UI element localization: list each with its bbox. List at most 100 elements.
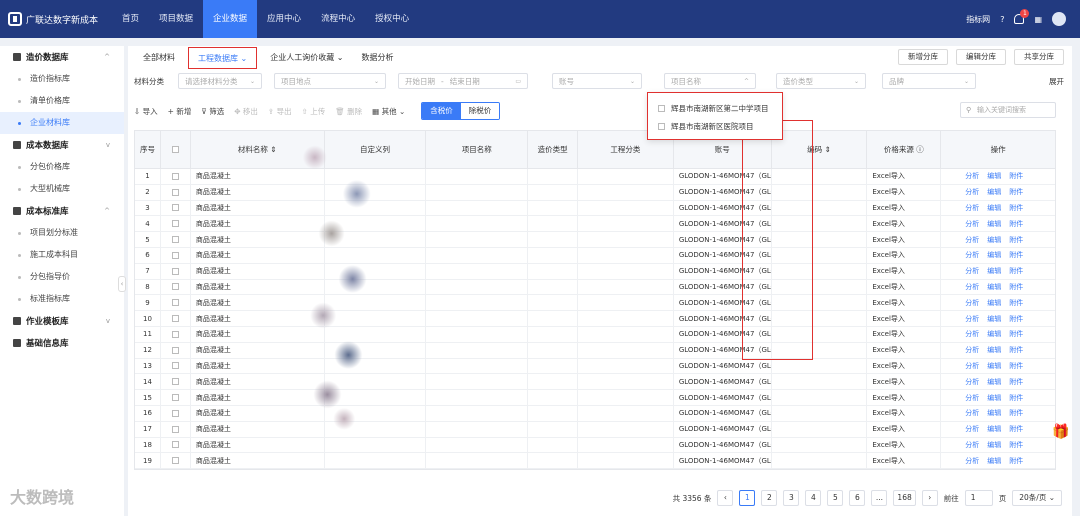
dropdown-option[interactable]: 辉县市南湖新区第二中学项目 (648, 99, 782, 117)
sidebar-group-basic[interactable]: 基础信息库 (0, 332, 124, 354)
row-action-attachment[interactable]: 附件 (1009, 393, 1023, 403)
row-action-edit[interactable]: 编辑 (987, 219, 1001, 229)
select-all-checkbox[interactable] (171, 146, 179, 153)
nav-home[interactable]: 首页 (112, 0, 149, 38)
tab-all-materials[interactable]: 全部材料 (134, 47, 184, 69)
export-button[interactable]: ⇪ 导出 (268, 106, 292, 117)
help-icon[interactable]: ? (1000, 15, 1004, 24)
row-checkbox-box[interactable] (171, 267, 179, 275)
page-1[interactable]: 1 (739, 490, 756, 506)
row-checkbox[interactable] (161, 247, 191, 263)
col-select[interactable] (161, 131, 191, 168)
row-actions[interactable]: 分析 编辑 附件 (941, 406, 1055, 421)
row-checkbox[interactable] (161, 263, 191, 279)
row-checkbox-box[interactable] (171, 188, 179, 196)
delete-button[interactable]: 🗑 删除 (335, 106, 362, 117)
gift-icon[interactable]: 🎁 (1052, 424, 1069, 440)
row-checkbox[interactable] (161, 232, 191, 247)
import-button[interactable]: ⇩ 导入 (134, 106, 158, 117)
dropdown-option[interactable]: 辉县市南湖新区医院项目 (648, 117, 782, 135)
search-input[interactable]: 输入关键词搜索 (960, 102, 1056, 118)
row-action-attachment[interactable]: 附件 (1009, 203, 1023, 213)
row-actions[interactable]: 分析 编辑 附件 (941, 295, 1055, 310)
sidebar-item-cost-subject[interactable]: 施工成本科目 (0, 244, 124, 266)
row-action-attachment[interactable]: 附件 (1009, 219, 1023, 229)
info-icon[interactable]: ⓘ (916, 144, 924, 155)
row-checkbox-box[interactable] (171, 394, 179, 402)
row-action-edit[interactable]: 编辑 (987, 329, 1001, 339)
row-actions[interactable]: 分析 编辑 附件 (941, 327, 1055, 342)
row-actions[interactable]: 分析 编辑 附件 (941, 216, 1055, 231)
sidebar-item-subcontract[interactable]: 分包价格库 (0, 156, 124, 178)
page-5[interactable]: 5 (827, 490, 844, 506)
page-ellipsis[interactable]: ... (871, 490, 888, 506)
row-actions[interactable]: 分析 编辑 附件 (941, 422, 1055, 437)
edit-library-button[interactable]: 编辑分库 (956, 49, 1006, 65)
row-actions[interactable]: 分析 编辑 附件 (941, 311, 1055, 326)
row-action-analyze[interactable]: 分析 (965, 298, 979, 308)
table-row[interactable]: 16商品混凝土GLODON-1-46MOM47（GLO...Excel导入分析编… (135, 405, 1055, 422)
col-code[interactable]: 编码 ⇕ (772, 131, 868, 168)
nav-project-data[interactable]: 项目数据 (149, 0, 203, 38)
option-checkbox[interactable] (658, 104, 665, 112)
row-checkbox[interactable] (161, 295, 191, 311)
row-actions[interactable]: 分析 编辑 附件 (941, 201, 1055, 216)
table-row[interactable]: 9商品混凝土GLODON-1-46MOM47（GLO...Excel导入分析编辑… (135, 295, 1055, 312)
page-6[interactable]: 6 (849, 490, 866, 506)
row-action-attachment[interactable]: 附件 (1009, 171, 1023, 181)
row-action-analyze[interactable]: 分析 (965, 377, 979, 387)
add-library-button[interactable]: 新增分库 (898, 49, 948, 65)
row-checkbox-box[interactable] (171, 378, 179, 386)
row-action-edit[interactable]: 编辑 (987, 345, 1001, 355)
row-checkbox-box[interactable] (171, 409, 179, 417)
row-action-edit[interactable]: 编辑 (987, 203, 1001, 213)
row-checkbox[interactable] (161, 405, 191, 421)
next-page-button[interactable]: › (921, 490, 938, 506)
tab-labor-inquiry[interactable]: 企业人工询价收藏 ⌄ (261, 47, 352, 69)
sidebar-group-cost-db[interactable]: 造价数据库 ^ (0, 46, 124, 68)
row-actions[interactable]: 分析 编辑 附件 (941, 248, 1055, 263)
row-checkbox[interactable] (161, 342, 191, 358)
row-actions[interactable]: 分析 编辑 附件 (941, 169, 1055, 184)
row-action-analyze[interactable]: 分析 (965, 424, 979, 434)
nav-process-center[interactable]: 流程中心 (311, 0, 365, 38)
sidebar-item-index-lib[interactable]: 造价指标库 (0, 68, 124, 90)
row-action-edit[interactable]: 编辑 (987, 314, 1001, 324)
row-action-attachment[interactable]: 附件 (1009, 361, 1023, 371)
table-row[interactable]: 10商品混凝土GLODON-1-46MOM47（GLO...Excel导入分析编… (135, 311, 1055, 327)
row-action-edit[interactable]: 编辑 (987, 377, 1001, 387)
row-action-analyze[interactable]: 分析 (965, 408, 979, 418)
sidebar-group-cost-data[interactable]: 成本数据库 v (0, 134, 124, 156)
row-actions[interactable]: 分析 编辑 附件 (941, 232, 1055, 247)
row-checkbox-box[interactable] (171, 283, 179, 291)
table-row[interactable]: 19商品混凝土GLODON-1-46MOM47（GLO...Excel导入分析编… (135, 453, 1055, 469)
row-actions[interactable]: 分析 编辑 附件 (941, 343, 1055, 358)
row-checkbox-box[interactable] (171, 346, 179, 354)
row-checkbox-box[interactable] (171, 330, 179, 338)
bell-icon[interactable]: 1 (1014, 9, 1030, 24)
row-action-attachment[interactable]: 附件 (1009, 235, 1023, 245)
row-action-attachment[interactable]: 附件 (1009, 440, 1023, 450)
row-checkbox-box[interactable] (171, 299, 179, 307)
row-checkbox-box[interactable] (171, 425, 179, 433)
row-action-edit[interactable]: 编辑 (987, 456, 1001, 466)
row-action-analyze[interactable]: 分析 (965, 393, 979, 403)
row-checkbox-box[interactable] (171, 172, 179, 180)
table-row[interactable]: 7商品混凝土GLODON-1-46MOM47（GLO...Excel导入分析编辑… (135, 263, 1055, 280)
row-checkbox-box[interactable] (171, 251, 179, 259)
row-action-analyze[interactable]: 分析 (965, 266, 979, 276)
row-action-attachment[interactable]: 附件 (1009, 187, 1023, 197)
row-checkbox[interactable] (161, 169, 191, 184)
row-checkbox-box[interactable] (171, 315, 179, 323)
page-input[interactable]: 1 (964, 490, 993, 506)
nav-app-center[interactable]: 应用中心 (257, 0, 311, 38)
page-2[interactable]: 2 (761, 490, 778, 506)
sidebar-item-machinery[interactable]: 大型机械库 (0, 178, 124, 200)
sidebar-item-bill-price[interactable]: 清单价格库 (0, 90, 124, 112)
row-action-analyze[interactable]: 分析 (965, 282, 979, 292)
brand[interactable]: 广联达数字新成本 (0, 12, 112, 26)
row-action-analyze[interactable]: 分析 (965, 440, 979, 450)
sidebar-group-template[interactable]: 作业模板库 v (0, 310, 124, 332)
table-row[interactable]: 3商品混凝土GLODON-1-46MOM47（GLO...Excel导入分析编辑… (135, 200, 1055, 217)
row-actions[interactable]: 分析 编辑 附件 (941, 264, 1055, 279)
